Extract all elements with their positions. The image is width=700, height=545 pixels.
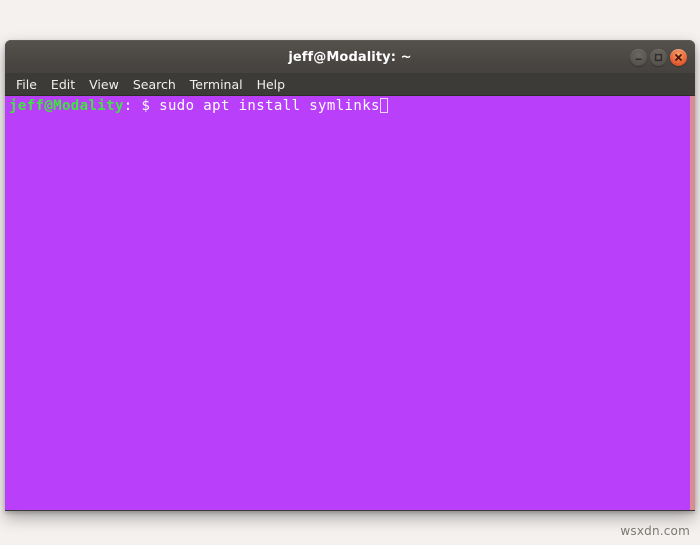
menu-item-file[interactable]: File <box>16 77 45 92</box>
close-button[interactable] <box>670 49 687 66</box>
menu-item-edit[interactable]: Edit <box>51 77 83 92</box>
menu-item-view[interactable]: View <box>89 77 127 92</box>
terminal-window: jeff@Modality: ~ File Edit View Search T… <box>5 40 695 511</box>
text-cursor <box>379 98 388 113</box>
window-controls <box>630 41 687 74</box>
menu-item-help[interactable]: Help <box>257 77 294 92</box>
minimize-button[interactable] <box>630 49 647 66</box>
terminal-scrollbar[interactable] <box>690 96 695 510</box>
minimize-icon <box>634 53 643 62</box>
menu-item-search[interactable]: Search <box>133 77 184 92</box>
command-text: sudo apt install symlinks <box>150 98 380 114</box>
terminal-scrollbar-thumb[interactable] <box>690 96 695 510</box>
close-icon <box>674 53 683 62</box>
window-titlebar[interactable]: jeff@Modality: ~ <box>5 40 695 73</box>
menubar: File Edit View Search Terminal Help <box>5 73 695 96</box>
window-title: jeff@Modality: ~ <box>288 50 412 65</box>
prompt-colon: : <box>123 98 133 114</box>
prompt-symbol: $ <box>141 98 151 114</box>
watermark: wsxdn.com <box>620 524 690 538</box>
maximize-icon <box>654 53 663 62</box>
terminal-line: jeff@Modality: $ sudo apt install symlin… <box>9 98 695 115</box>
maximize-button[interactable] <box>650 49 667 66</box>
terminal-output-area[interactable]: jeff@Modality: $ sudo apt install symlin… <box>5 96 695 510</box>
prompt-user: jeff@Modality <box>9 98 124 114</box>
menu-item-terminal[interactable]: Terminal <box>190 77 251 92</box>
